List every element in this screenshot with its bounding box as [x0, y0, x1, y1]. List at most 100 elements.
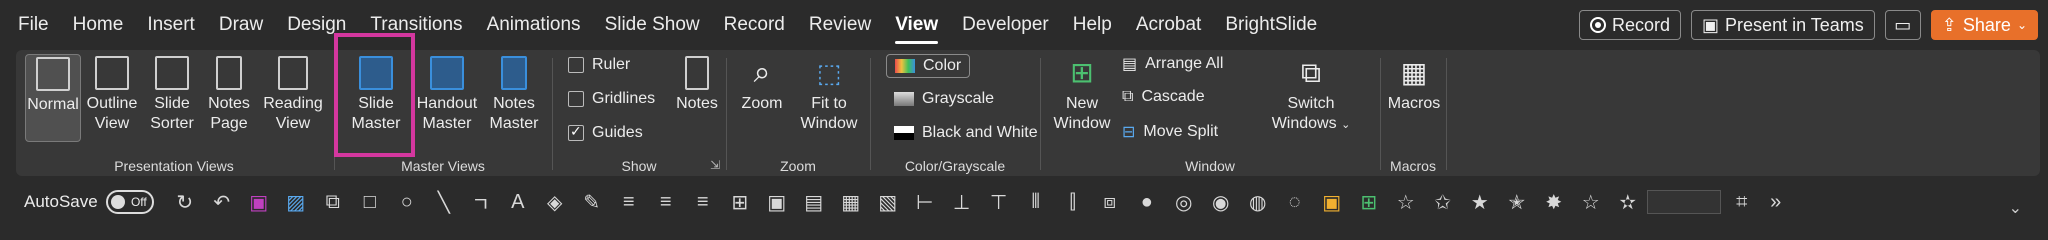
autosave-toggle[interactable]: Off	[105, 190, 154, 214]
star-arrow-icon[interactable]: ✫	[1617, 190, 1639, 215]
tab-animations[interactable]: Animations	[487, 0, 581, 50]
chart-icon[interactable]: ⫿	[1062, 191, 1084, 214]
tab-record[interactable]: Record	[724, 0, 785, 50]
zoom-button[interactable]: ⌕ Zoom	[734, 54, 790, 114]
dialog-launcher-icon[interactable]: ⇲	[710, 158, 720, 172]
union-icon[interactable]: ◎	[1173, 190, 1195, 215]
handout-master-button[interactable]: Handout Master	[414, 54, 480, 134]
color-button[interactable]: Color	[886, 54, 971, 78]
rectangle-icon[interactable]: □	[359, 191, 381, 214]
magnifier-icon: ⌕	[753, 56, 771, 89]
redo-icon[interactable]: ↻	[174, 190, 196, 215]
send-backward-icon[interactable]: ▤	[803, 190, 825, 215]
grid-icon[interactable]: ⊞	[1358, 190, 1380, 215]
crop-icon[interactable]: ⌗	[1731, 191, 1753, 214]
bw-swatch-icon	[894, 126, 914, 140]
fill-color-icon[interactable]: ◈	[544, 190, 566, 215]
tab-file[interactable]: File	[18, 0, 49, 50]
shapes-icon[interactable]: ⧉	[322, 191, 344, 214]
align-right-icon[interactable]: ≡	[692, 191, 714, 214]
outline-view-button[interactable]: Outline View	[82, 54, 142, 134]
qat-value-field[interactable]	[1646, 190, 1721, 214]
more-commands-icon[interactable]: »	[1765, 191, 1787, 214]
new-window-button[interactable]: ⊞ New Window	[1048, 54, 1116, 134]
tab-insert[interactable]: Insert	[147, 0, 195, 50]
tab-view[interactable]: View	[895, 0, 938, 50]
ungroup-icon[interactable]: ▧	[877, 190, 899, 215]
tab-review[interactable]: Review	[809, 0, 871, 50]
cascade-icon: ⧉	[1122, 88, 1134, 105]
group-macros: ▦ Macros Macros	[1382, 50, 1444, 176]
notes-page-label-1: Notes	[208, 95, 250, 112]
line-icon[interactable]: ╲	[433, 190, 455, 215]
grayscale-button[interactable]: Grayscale	[894, 90, 994, 108]
outline-color-icon[interactable]: ✎	[581, 190, 603, 215]
star-outline-icon[interactable]: ✩	[1432, 190, 1454, 215]
distribute-icon[interactable]: ⊞	[729, 190, 751, 215]
share-button[interactable]: ⇪ Share ⌄	[1930, 10, 2038, 40]
ruler-checkbox[interactable]: Ruler	[568, 56, 630, 74]
star-filled-icon[interactable]: ★	[1469, 190, 1491, 215]
arrange-all-button[interactable]: ▤ Arrange All	[1122, 54, 1223, 74]
cascade-button[interactable]: ⧉ Cascade	[1122, 88, 1205, 106]
tab-draw[interactable]: Draw	[219, 0, 263, 50]
highlight-shape-icon[interactable]: ▣	[1321, 190, 1343, 215]
normal-view-button[interactable]: Normal	[25, 54, 81, 142]
fit-to-window-button[interactable]: ⬚ Fit to Window	[796, 54, 862, 134]
image-icon[interactable]: ▨	[285, 190, 307, 215]
tab-brightslide[interactable]: BrightSlide	[1225, 0, 1317, 50]
merge-shapes-icon[interactable]: ●	[1136, 191, 1158, 214]
comments-button[interactable]: ▭	[1884, 10, 1921, 40]
normal-view-icon	[36, 57, 70, 91]
font-color-icon[interactable]: A	[507, 191, 529, 214]
bring-forward-icon[interactable]: ▣	[766, 190, 788, 215]
star-icon[interactable]: ☆	[1395, 190, 1417, 215]
starburst-icon[interactable]: ✸	[1543, 190, 1565, 215]
tab-home[interactable]: Home	[73, 0, 124, 50]
intersect-icon[interactable]: ◌	[1284, 191, 1306, 214]
group-show: Ruler Gridlines Guides Notes Show ⇲	[554, 50, 724, 176]
tab-developer[interactable]: Developer	[962, 0, 1049, 50]
combine-icon[interactable]: ◉	[1210, 190, 1232, 215]
gridlines-check[interactable]	[568, 91, 584, 107]
save-icon[interactable]: ▣	[248, 190, 270, 215]
connector-icon[interactable]: ㄱ	[470, 188, 492, 217]
macros-button[interactable]: ▦ Macros	[1386, 54, 1442, 114]
align-left-icon[interactable]: ≡	[618, 191, 640, 214]
distribute-horizontal-icon[interactable]: ⫴	[1025, 191, 1047, 214]
guides-check[interactable]	[568, 123, 584, 141]
align-center-icon[interactable]: ≡	[655, 191, 677, 214]
notes-master-label-1: Notes	[493, 95, 535, 112]
autosave-control[interactable]: AutoSave Off	[24, 190, 154, 214]
star-alt-icon[interactable]: ✭	[1506, 190, 1528, 215]
group-icon[interactable]: ▦	[840, 190, 862, 215]
group-label-zoom: Zoom	[780, 158, 816, 174]
distribute-vertical-icon[interactable]: ⧈	[1099, 191, 1121, 214]
align-top-icon[interactable]: ⊤	[988, 190, 1010, 215]
switch-windows-button[interactable]: ⧉ Switch Windows ⌄	[1266, 54, 1356, 135]
fragment-icon[interactable]: ◍	[1247, 190, 1269, 215]
black-and-white-button[interactable]: Black and White	[894, 124, 1038, 142]
move-split-button[interactable]: ⊟ Move Split	[1122, 122, 1218, 142]
record-button[interactable]: Record	[1579, 10, 1682, 40]
guides-checkbox[interactable]: Guides	[568, 123, 643, 142]
tab-help[interactable]: Help	[1073, 0, 1112, 50]
align-middle-icon[interactable]: ⊥	[951, 190, 973, 215]
tab-slide-show[interactable]: Slide Show	[605, 0, 700, 50]
slide-sorter-button[interactable]: Slide Sorter	[144, 54, 200, 134]
tab-acrobat[interactable]: Acrobat	[1136, 0, 1201, 50]
notes-page-button[interactable]: Notes Page	[202, 54, 256, 134]
notes-master-button[interactable]: Notes Master	[482, 54, 546, 134]
align-objects-icon[interactable]: ⊢	[914, 190, 936, 215]
share-icon: ⇪	[1941, 14, 1957, 35]
star-small-icon[interactable]: ☆	[1580, 190, 1602, 215]
ruler-check[interactable]	[568, 57, 584, 73]
gridlines-checkbox[interactable]: Gridlines	[568, 90, 655, 108]
notes-label: Notes	[676, 95, 718, 112]
notes-button[interactable]: Notes	[672, 54, 722, 114]
reading-view-button[interactable]: Reading View	[260, 54, 326, 134]
divider	[1446, 58, 1447, 170]
undo-icon[interactable]: ↶	[211, 190, 233, 215]
oval-icon[interactable]: ○	[396, 191, 418, 214]
present-in-teams-button[interactable]: ▣ Present in Teams	[1691, 10, 1875, 40]
